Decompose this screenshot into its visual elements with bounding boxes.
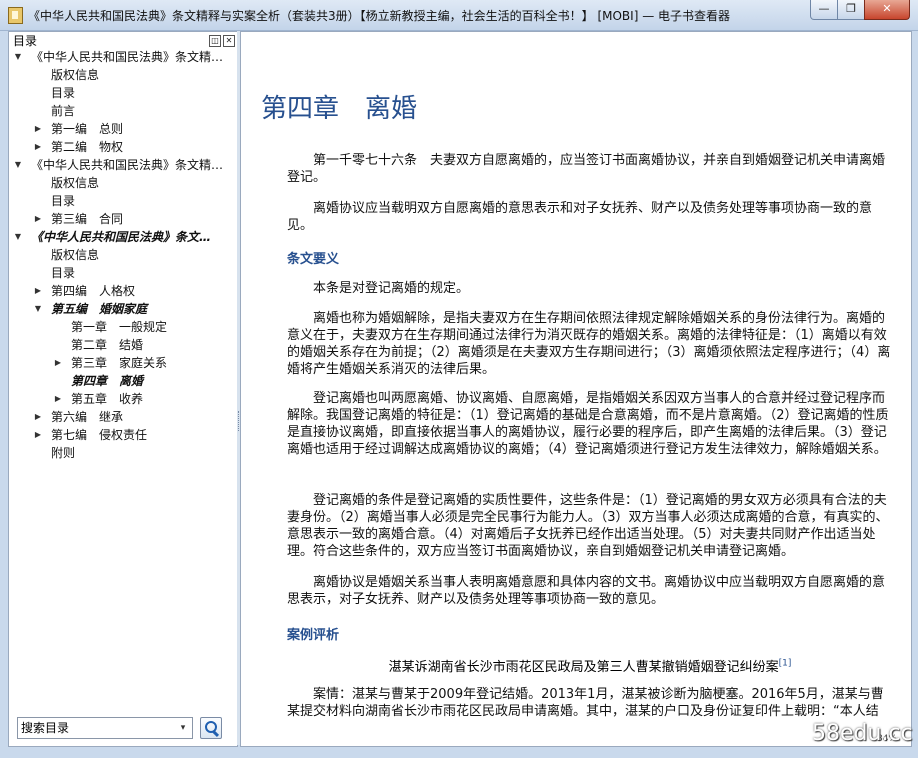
toc-pane: 目录 ◫ ✕ ▼ 《中华人民共和国民法典》条文精… 版权信息 目录 前言 ▶ 第一编… (8, 31, 238, 747)
search-button[interactable] (200, 717, 222, 739)
article-text: 本条是对登记离婚的规定。 (287, 280, 893, 297)
toc-item[interactable]: ▶ 第三章 家庭关系 (9, 354, 237, 372)
article-text: 案情：湛某与曹某于2009年登记结婚。2013年1月，湛某被诊断为脑梗塞。201… (287, 686, 893, 720)
article-text: 离婚也称为婚姻解除，是指夫妻双方在生存期间依照法律规定解除婚姻关系的身份法律行为… (287, 310, 893, 378)
article-text: 登记离婚的条件是登记离婚的实质性要件，这些条件是：（1）登记离婚的男女双方必须具… (287, 492, 893, 560)
toc-item-current-chapter[interactable]: 第四章 离婚 (9, 372, 237, 390)
chevron-down-icon[interactable]: ▾ (176, 718, 190, 738)
paragraph: 离婚也称为婚姻解除，是指夫妻双方在生存期间依照法律规定解除婚姻关系的身份法律行为… (287, 311, 891, 377)
article-text: 第一千零七十六条 夫妻双方自愿离婚的，应当签订书面离婚协议，并亲自到婚姻登记机关… (287, 152, 893, 186)
toc-item[interactable]: 目录 (9, 192, 237, 210)
toc-search-row: 搜索目录 ▾ (17, 717, 232, 739)
toc-item[interactable]: 前言 (9, 102, 237, 120)
expand-arrow-icon[interactable]: ▶ (33, 210, 43, 228)
expand-arrow-icon[interactable]: ▶ (33, 138, 43, 156)
expand-arrow-icon[interactable]: ▶ (33, 120, 43, 138)
chapter-title: 第四章 离婚 (261, 94, 418, 124)
toc-item[interactable]: 目录 (9, 264, 237, 282)
expand-arrow-icon[interactable]: ▼ (13, 48, 23, 66)
expand-arrow-icon[interactable]: ▶ (53, 390, 63, 408)
article-text: 离婚协议应当载明双方自愿离婚的意思表示和对子女抚养、财产以及债务处理等事项协商一… (287, 200, 893, 234)
expand-arrow-icon[interactable]: ▶ (33, 282, 43, 300)
toc-item[interactable]: 附则 (9, 444, 237, 462)
expand-arrow-icon[interactable]: ▶ (33, 408, 43, 426)
footnote-link[interactable]: [1] (779, 659, 792, 669)
close-pane-icon[interactable]: ✕ (223, 35, 235, 47)
paragraph: 离婚协议应当载明双方自愿离婚的意思表示和对子女抚养、财产以及债务处理等事项协商一… (287, 201, 873, 233)
window-title: 《中华人民共和国民法典》条文精释与实案全析（套装共3册）【杨立新教授主编，社会生… (28, 9, 731, 23)
article-text: 离婚协议是婚姻关系当事人表明离婚意愿和具体内容的文书。离婚协议中应当载明双方自愿… (287, 574, 893, 608)
site-watermark: 58edu.cc (812, 721, 913, 746)
paragraph: 案情：湛某与曹某于2009年登记结婚。2013年1月，湛某被诊断为脑梗塞。201… (287, 687, 884, 719)
maximize-button[interactable]: ❐ (837, 0, 865, 20)
expand-arrow-icon[interactable]: ▶ (33, 426, 43, 444)
toc-item[interactable]: ▶ 第五章 收养 (9, 390, 237, 408)
paragraph: 离婚协议是婚姻关系当事人表明离婚意愿和具体内容的文书。离婚协议中应当载明双方自愿… (287, 575, 886, 607)
toc-item[interactable]: ▼ 《中华人民共和国民法典》条文精… (9, 156, 237, 174)
paragraph: 登记离婚的条件是登记离婚的实质性要件，这些条件是：（1）登记离婚的男女双方必须具… (287, 493, 889, 559)
toc-title: 目录 (13, 34, 38, 48)
paragraph: 登记离婚也叫两愿离婚、协议离婚、自愿离婚，是指婚姻关系因双方当事人的合意并经过登… (287, 391, 889, 457)
expand-arrow-icon[interactable]: ▼ (13, 156, 23, 174)
expand-arrow-icon[interactable]: ▶ (53, 354, 63, 372)
toc-item[interactable]: ▶ 第四编 人格权 (9, 282, 237, 300)
case-title-text: 湛某诉湖南省长沙市雨花区民政局及第三人曹某撤销婚姻登记纠纷案 (388, 660, 779, 675)
float-pane-icon[interactable]: ◫ (209, 35, 221, 47)
expand-arrow-icon[interactable]: ▼ (33, 300, 43, 318)
toc-search-input[interactable]: 搜索目录 ▾ (17, 717, 193, 739)
toc-tree: ▼ 《中华人民共和国民法典》条文精… 版权信息 目录 前言 ▶ 第一编 总则 ▶ 第二… (9, 48, 237, 462)
section-heading: 案例评析 (287, 628, 340, 643)
toc-item[interactable]: ▶ 第七编 侵权责任 (9, 426, 237, 444)
close-button[interactable]: ✕ (864, 0, 910, 20)
toc-item[interactable]: ▼ 《中华人民共和国民法典》条文精… (9, 48, 237, 66)
case-title: 湛某诉湖南省长沙市雨花区民政局及第三人曹某撤销婚姻登记纠纷案[1] (287, 656, 893, 675)
toc-item[interactable]: 版权信息 (9, 66, 237, 84)
toc-item[interactable]: ▶ 第六编 继承 (9, 408, 237, 426)
expand-arrow-icon[interactable]: ▼ (13, 228, 23, 246)
article-text: 登记离婚也叫两愿离婚、协议离婚、自愿离婚，是指婚姻关系因双方当事人的合意并经过登… (287, 390, 893, 458)
paragraph: 第一千零七十六条 夫妻双方自愿离婚的，应当签订书面离婚协议，并亲自到婚姻登记机关… (287, 153, 886, 185)
toc-item[interactable]: ▶ 第三编 合同 (9, 210, 237, 228)
toc-item-current-book[interactable]: ▼ 《中华人民共和国民法典》条文… (9, 228, 237, 246)
section-heading: 条文要义 (287, 252, 340, 267)
paragraph: 本条是对登记离婚的规定。 (313, 281, 470, 296)
toc-item[interactable]: 目录 (9, 84, 237, 102)
ebook-app-icon (8, 7, 23, 24)
toc-header: 目录 ◫ ✕ (11, 34, 237, 48)
minimize-button[interactable]: — (810, 0, 838, 20)
reader-content[interactable]: 第四章 离婚 第一千零七十六条 夫妻双方自愿离婚的，应当签订书面离婚协议，并亲自… (240, 31, 912, 747)
toc-item[interactable]: ▶ 第一编 总则 (9, 120, 237, 138)
toc-item[interactable]: 第二章 结婚 (9, 336, 237, 354)
window-titlebar: 《中华人民共和国民法典》条文精释与实案全析（套装共3册）【杨立新教授主编，社会生… (0, 0, 918, 31)
toc-item-current-part[interactable]: ▼ 第五编 婚姻家庭 (9, 300, 237, 318)
toc-item[interactable]: 版权信息 (9, 174, 237, 192)
toc-item[interactable]: 第一章 一般规定 (9, 318, 237, 336)
search-icon-handle (211, 729, 220, 738)
toc-item[interactable]: 版权信息 (9, 246, 237, 264)
toc-item[interactable]: ▶ 第二编 物权 (9, 138, 237, 156)
toc-search-placeholder: 搜索目录 (21, 721, 70, 735)
